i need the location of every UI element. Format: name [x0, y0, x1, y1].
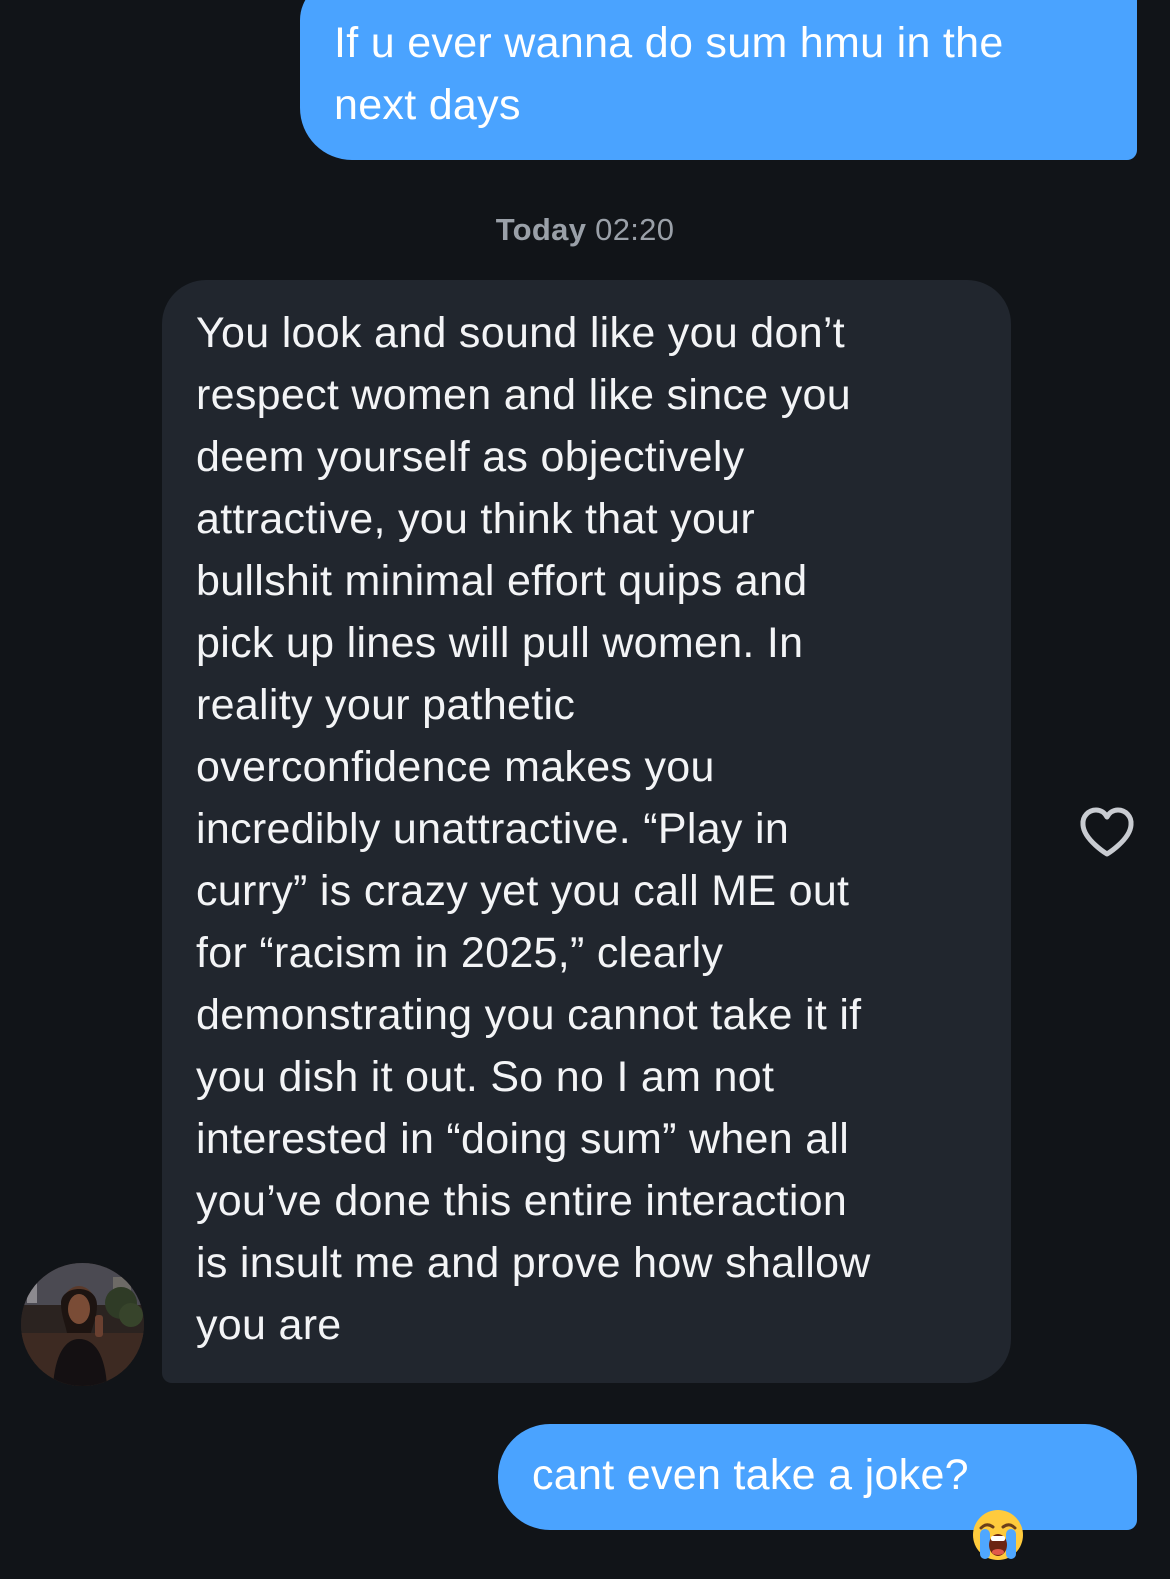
sent-message-bubble[interactable]: If u ever wanna do sum hmu in the next d… [300, 0, 1137, 160]
timestamp-day: Today [495, 212, 587, 247]
contact-avatar[interactable] [21, 1263, 144, 1386]
heart-outline-icon[interactable] [1078, 805, 1136, 859]
loudly-crying-face-icon [971, 1446, 1025, 1560]
sent-message-bubble[interactable]: cant even take a joke? [498, 1424, 1137, 1560]
sent-message-text: cant even take a joke? [532, 1451, 969, 1499]
message-timestamp: Today 02:20 [0, 212, 1170, 248]
timestamp-time: 02:20 [595, 212, 675, 247]
received-message-bubble[interactable]: You look and sound like you don’t respec… [162, 280, 1011, 1383]
